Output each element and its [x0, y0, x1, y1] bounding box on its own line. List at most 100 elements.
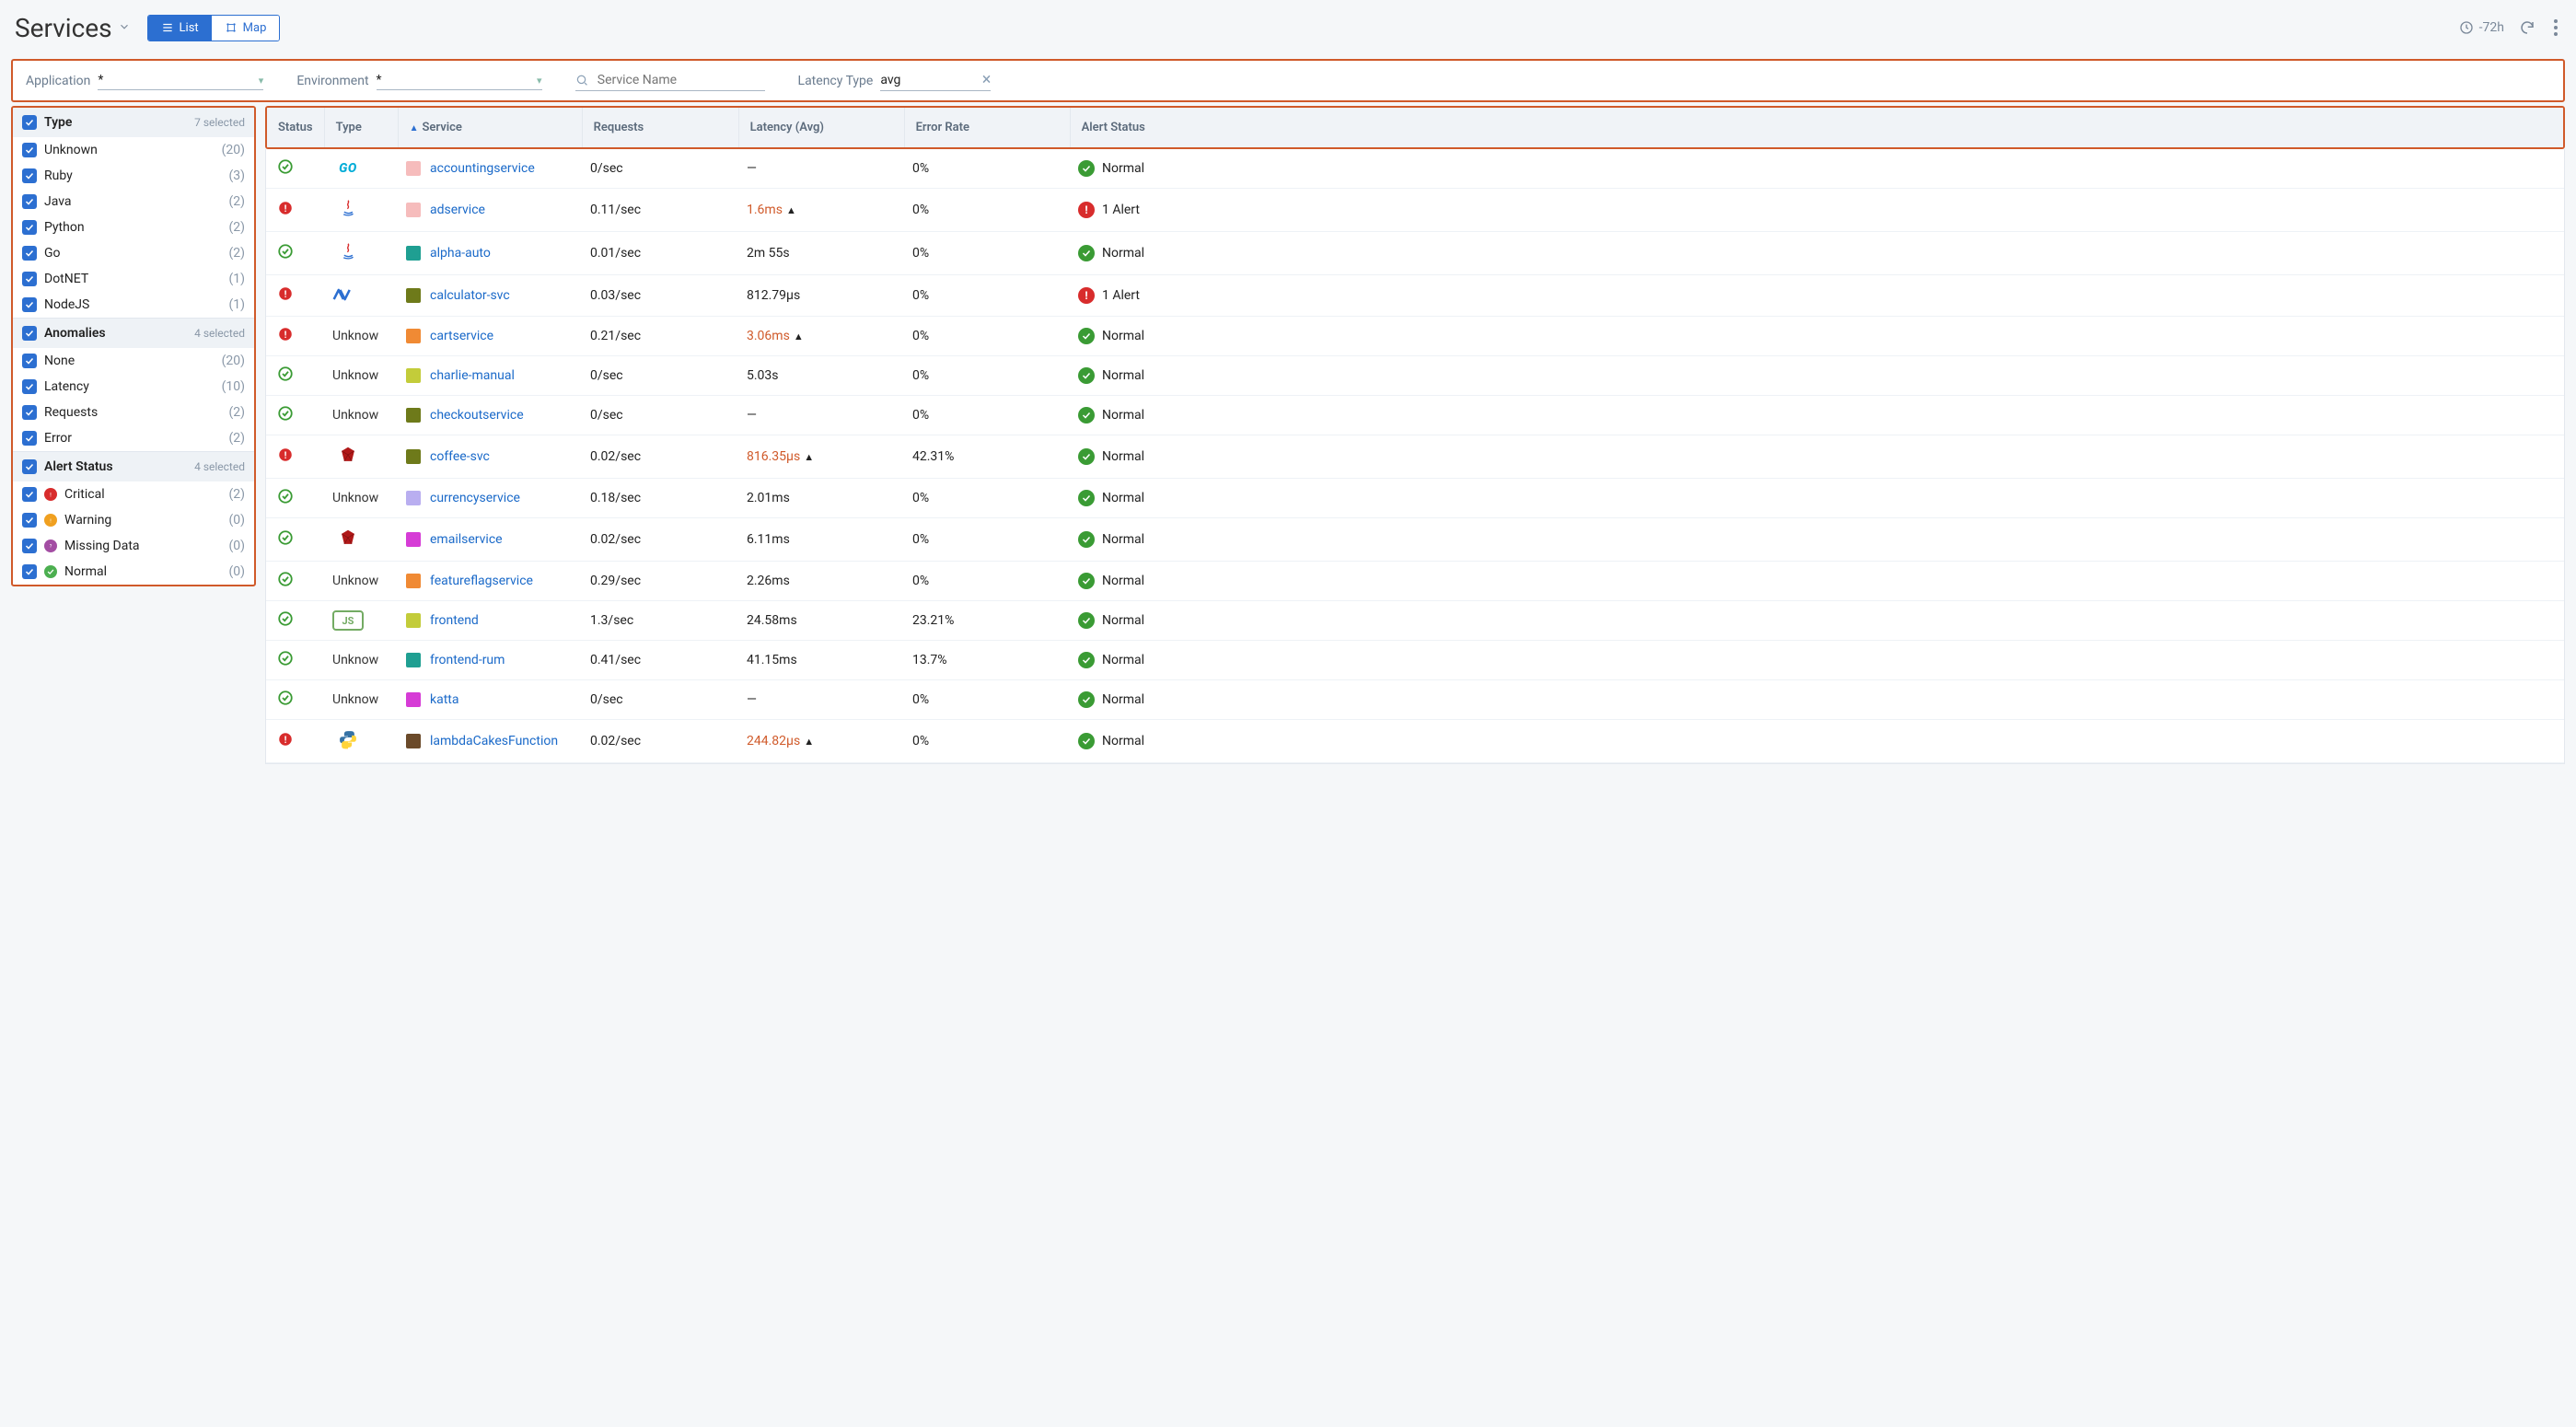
checkbox-icon[interactable]	[22, 220, 37, 235]
service-cell[interactable]: accountingservice	[395, 149, 579, 189]
service-cell[interactable]: cartservice	[395, 317, 579, 356]
table-row[interactable]: emailservice0.02/sec6.11ms0%Normal	[266, 518, 2564, 562]
facet-item[interactable]: !Warning(0)	[13, 507, 254, 533]
table-row[interactable]: Unknowfeatureflagservice0.29/sec2.26ms0%…	[266, 562, 2564, 601]
facet-item[interactable]: None(20)	[13, 348, 254, 374]
service-name[interactable]: alpha-auto	[430, 246, 491, 261]
facet-item[interactable]: Unknown(20)	[13, 137, 254, 163]
checkbox-icon[interactable]	[22, 143, 37, 157]
filter-latency-type[interactable]: Latency Type avg ×	[798, 70, 992, 91]
table-row[interactable]: JSfrontend1.3/sec24.58ms23.21%Normal	[266, 601, 2564, 641]
checkbox-icon[interactable]	[22, 354, 37, 368]
service-cell[interactable]: charlie-manual	[395, 356, 579, 396]
checkbox-icon[interactable]	[22, 115, 37, 130]
column-type[interactable]: Type	[324, 108, 398, 147]
table-row[interactable]: Unknowfrontend-rum0.41/sec41.15ms13.7%No…	[266, 641, 2564, 680]
service-name[interactable]: charlie-manual	[430, 368, 515, 383]
service-cell[interactable]: coffee-svc	[395, 435, 579, 479]
table-row[interactable]: alpha-auto0.01/sec2m 55s0%Normal	[266, 232, 2564, 275]
view-list-button[interactable]: List	[148, 16, 212, 41]
service-cell[interactable]: emailservice	[395, 518, 579, 562]
facet-item[interactable]: Normal(0)	[13, 559, 254, 585]
service-name[interactable]: frontend	[430, 613, 479, 628]
service-name[interactable]: accountingservice	[430, 161, 535, 176]
service-name[interactable]: katta	[430, 692, 459, 707]
service-cell[interactable]: checkoutservice	[395, 396, 579, 435]
facet-item[interactable]: Python(2)	[13, 215, 254, 240]
facet-item[interactable]: Error(2)	[13, 425, 254, 451]
service-name[interactable]: lambdaCakesFunction	[430, 734, 558, 748]
table-row[interactable]: Unknowcharlie-manual0/sec5.03s0%Normal	[266, 356, 2564, 396]
service-cell[interactable]: alpha-auto	[395, 232, 579, 275]
facet-group-header[interactable]: Type7 selected	[13, 108, 254, 137]
column-status[interactable]: Status	[267, 108, 324, 147]
time-range-picker[interactable]: -72h	[2459, 20, 2504, 35]
table-row[interactable]: !Unknowcartservice0.21/sec3.06ms▲0%Norma…	[266, 317, 2564, 356]
service-cell[interactable]: frontend-rum	[395, 641, 579, 680]
facet-item[interactable]: ?Missing Data(0)	[13, 533, 254, 559]
table-row[interactable]: !adservice0.11/sec1.6ms▲0%!1 Alert	[266, 189, 2564, 232]
service-cell[interactable]: currencyservice	[395, 479, 579, 518]
title-dropdown[interactable]	[118, 19, 131, 37]
facet-item[interactable]: Go(2)	[13, 240, 254, 266]
filter-environment[interactable]: Environment * ▾	[296, 71, 541, 90]
checkbox-icon[interactable]	[22, 539, 37, 553]
service-cell[interactable]: lambdaCakesFunction	[395, 720, 579, 763]
column-alert[interactable]: Alert Status	[1070, 108, 2563, 147]
refresh-icon[interactable]	[2519, 19, 2535, 36]
table-row[interactable]: Unknowcurrencyservice0.18/sec2.01ms0%Nor…	[266, 479, 2564, 518]
service-cell[interactable]: adservice	[395, 189, 579, 232]
table-row[interactable]: Unknowkatta0/sec—0%Normal	[266, 680, 2564, 720]
service-name[interactable]: emailservice	[430, 532, 503, 547]
service-name[interactable]: adservice	[430, 203, 485, 217]
more-menu-icon[interactable]	[2550, 16, 2561, 40]
checkbox-icon[interactable]	[22, 487, 37, 502]
column-latency[interactable]: Latency (Avg)	[738, 108, 904, 147]
service-cell[interactable]: featureflagservice	[395, 562, 579, 601]
checkbox-icon[interactable]	[22, 326, 37, 341]
facet-item[interactable]: DotNET(1)	[13, 266, 254, 292]
search-input[interactable]	[596, 72, 765, 88]
checkbox-icon[interactable]	[22, 405, 37, 420]
service-name[interactable]: coffee-svc	[430, 449, 490, 464]
checkbox-icon[interactable]	[22, 379, 37, 394]
service-cell[interactable]: katta	[395, 680, 579, 720]
table-row[interactable]: GOaccountingservice0/sec—0%Normal	[266, 149, 2564, 189]
service-name[interactable]: frontend-rum	[430, 653, 505, 667]
service-name[interactable]: cartservice	[430, 329, 493, 343]
column-service[interactable]: ▲Service	[398, 108, 582, 147]
facet-group-header[interactable]: Alert Status4 selected	[13, 451, 254, 481]
table-row[interactable]: !lambdaCakesFunction0.02/sec244.82µs▲0%N…	[266, 720, 2564, 763]
service-cell[interactable]: calculator-svc	[395, 275, 579, 317]
service-cell[interactable]: frontend	[395, 601, 579, 641]
table-row[interactable]: !calculator-svc0.03/sec812.79µs0%!1 Aler…	[266, 275, 2564, 317]
facet-group-header[interactable]: Anomalies4 selected	[13, 318, 254, 348]
facet-item[interactable]: Requests(2)	[13, 400, 254, 425]
checkbox-icon[interactable]	[22, 459, 37, 474]
facet-item[interactable]: Java(2)	[13, 189, 254, 215]
checkbox-icon[interactable]	[22, 297, 37, 312]
checkbox-icon[interactable]	[22, 168, 37, 183]
facet-item[interactable]: NodeJS(1)	[13, 292, 254, 318]
checkbox-icon[interactable]	[22, 246, 37, 261]
checkbox-icon[interactable]	[22, 194, 37, 209]
column-requests[interactable]: Requests	[582, 108, 738, 147]
filter-application[interactable]: Application * ▾	[26, 71, 263, 90]
checkbox-icon[interactable]	[22, 513, 37, 528]
service-name[interactable]: currencyservice	[430, 491, 520, 505]
view-map-button[interactable]: Map	[212, 16, 280, 41]
service-name[interactable]: calculator-svc	[430, 288, 510, 303]
column-error[interactable]: Error Rate	[904, 108, 1070, 147]
facet-item[interactable]: Ruby(3)	[13, 163, 254, 189]
facet-item[interactable]: !Critical(2)	[13, 481, 254, 507]
checkbox-icon[interactable]	[22, 272, 37, 286]
table-row[interactable]: Unknowcheckoutservice0/sec—0%Normal	[266, 396, 2564, 435]
facet-item[interactable]: Latency(10)	[13, 374, 254, 400]
table-row[interactable]: !coffee-svc0.02/sec816.35µs▲42.31%Normal	[266, 435, 2564, 479]
service-name-search[interactable]	[575, 70, 765, 91]
checkbox-icon[interactable]	[22, 431, 37, 446]
clear-latency-type-icon[interactable]: ×	[982, 72, 992, 88]
checkbox-icon[interactable]	[22, 564, 37, 579]
service-name[interactable]: checkoutservice	[430, 408, 524, 423]
service-name[interactable]: featureflagservice	[430, 574, 533, 588]
